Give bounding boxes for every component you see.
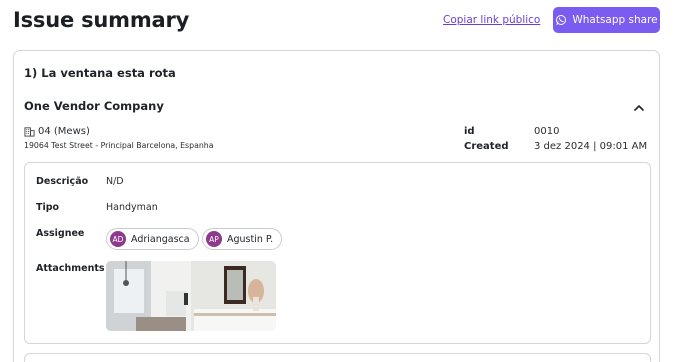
tipo-value: Handyman <box>106 202 158 213</box>
whatsapp-share-label: Whatsapp share <box>572 14 658 26</box>
chevron-up-icon[interactable] <box>633 102 645 114</box>
unit-name: 04 (Mews) <box>38 126 90 137</box>
bathroom-photo <box>106 261 276 331</box>
copy-public-link[interactable]: Copiar link público <box>443 14 540 26</box>
page-title: Issue summary <box>13 8 190 32</box>
assignee-label: Assignee <box>36 228 85 239</box>
attachment-thumbnail[interactable] <box>106 261 276 331</box>
avatar: AD <box>110 231 126 247</box>
assignee-name: Adriangasca <box>131 233 190 245</box>
next-issue-panel <box>24 353 651 362</box>
descricao-label: Descrição <box>36 176 89 187</box>
building-icon <box>24 127 35 137</box>
unit-info: 04 (Mews) <box>24 126 90 137</box>
attachments-label: Attachments <box>36 263 105 274</box>
whatsapp-share-button[interactable]: Whatsapp share <box>553 7 660 33</box>
id-label: id <box>464 126 475 137</box>
assignee-name: Agustin P. <box>227 233 274 245</box>
created-label: Created <box>464 141 509 152</box>
avatar: AP <box>206 231 222 247</box>
assignee-chip[interactable]: AP Agustin P. <box>202 228 283 250</box>
vendor-name: One Vendor Company <box>24 99 164 113</box>
created-value: 3 dez 2024 | 09:01 AM <box>534 141 648 152</box>
whatsapp-icon <box>556 15 567 25</box>
tipo-label: Tipo <box>36 202 60 213</box>
property-address: 19064 Test Street - Principal Barcelona,… <box>24 141 214 150</box>
assignee-chip[interactable]: AD Adriangasca <box>106 228 199 250</box>
descricao-value: N/D <box>106 176 124 187</box>
issue-details-panel: Descrição N/D Tipo Handyman Assignee AD … <box>24 162 651 344</box>
id-value: 0010 <box>534 126 560 137</box>
issue-card: 1) La ventana esta rota One Vendor Compa… <box>13 50 660 362</box>
issue-title: 1) La ventana esta rota <box>24 66 176 80</box>
